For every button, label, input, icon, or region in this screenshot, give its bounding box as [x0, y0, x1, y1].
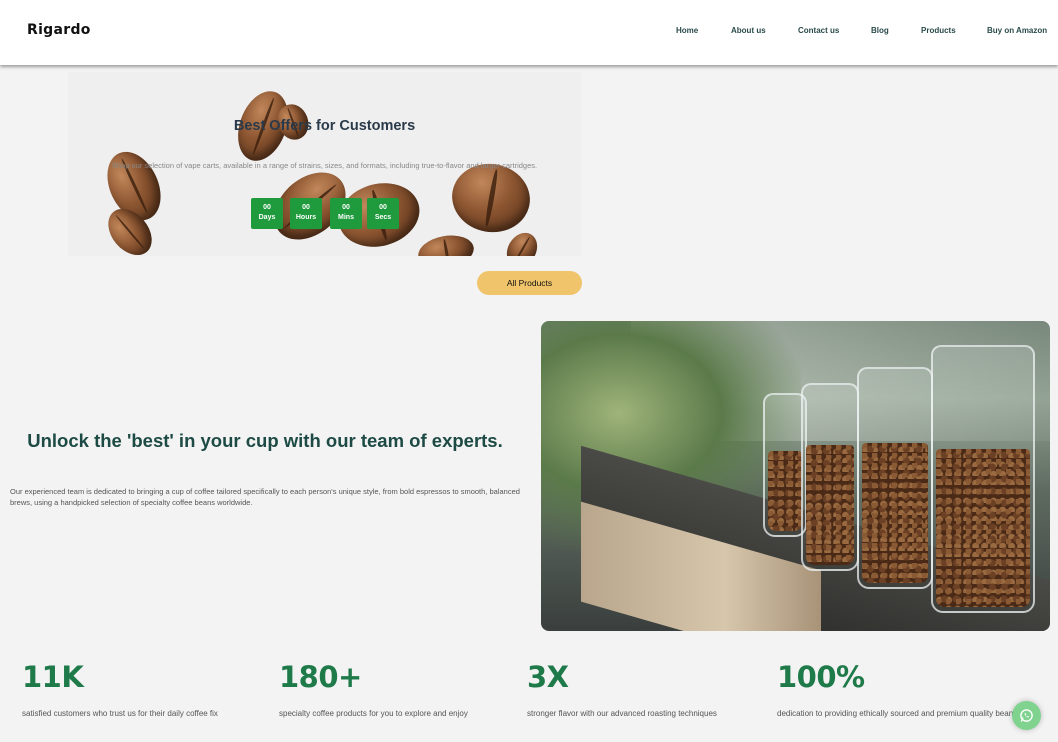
- site-header: Rigardo Home About us Contact us Blog Pr…: [0, 0, 1058, 65]
- stat-quality-label: dedication to providing ethically source…: [777, 709, 1020, 718]
- nav-home[interactable]: Home: [676, 26, 698, 35]
- countdown-mins: 00 Mins: [330, 198, 362, 229]
- stat-quality-number: 100%: [777, 660, 865, 694]
- stat-customers-label: satisfied customers who trust us for the…: [22, 709, 218, 718]
- stat-flavor-number: 3X: [527, 660, 569, 694]
- stat-products-number: 180+: [279, 660, 362, 694]
- offers-title: Best Offers for Customers: [233, 118, 416, 134]
- offers-banner: Best Offers for Customers Shop our selec…: [68, 72, 581, 256]
- nav-products[interactable]: Products: [921, 26, 956, 35]
- countdown-days: 00 Days: [251, 198, 283, 229]
- countdown-hours: 00 Hours: [290, 198, 322, 229]
- coffee-bean-image: [500, 227, 544, 256]
- offers-description: Shop our selection of vape carts, availa…: [111, 161, 538, 170]
- nav-about-us[interactable]: About us: [731, 26, 766, 35]
- coffee-bean-image: [415, 231, 477, 256]
- all-products-button[interactable]: All Products: [477, 271, 582, 295]
- countdown-secs: 00 Secs: [367, 198, 399, 229]
- whatsapp-icon: [1020, 709, 1033, 722]
- stat-products-label: specialty coffee products for you to exp…: [279, 709, 468, 718]
- stat-flavor-label: stronger flavor with our advanced roasti…: [527, 709, 717, 718]
- experts-heading: Unlock the 'best' in your cup with our t…: [27, 430, 503, 451]
- nav-contact-us[interactable]: Contact us: [798, 26, 839, 35]
- whatsapp-chat-button[interactable]: [1012, 701, 1041, 730]
- nav-blog[interactable]: Blog: [871, 26, 889, 35]
- nav-buy-on-amazon[interactable]: Buy on Amazon: [987, 26, 1047, 35]
- experts-description: Our experienced team is dedicated to bri…: [10, 487, 520, 507]
- main-nav: Home About us Contact us Blog Products B…: [0, 26, 1058, 40]
- stat-customers-number: 11K: [22, 660, 84, 694]
- coffee-jars-image: [541, 321, 1050, 631]
